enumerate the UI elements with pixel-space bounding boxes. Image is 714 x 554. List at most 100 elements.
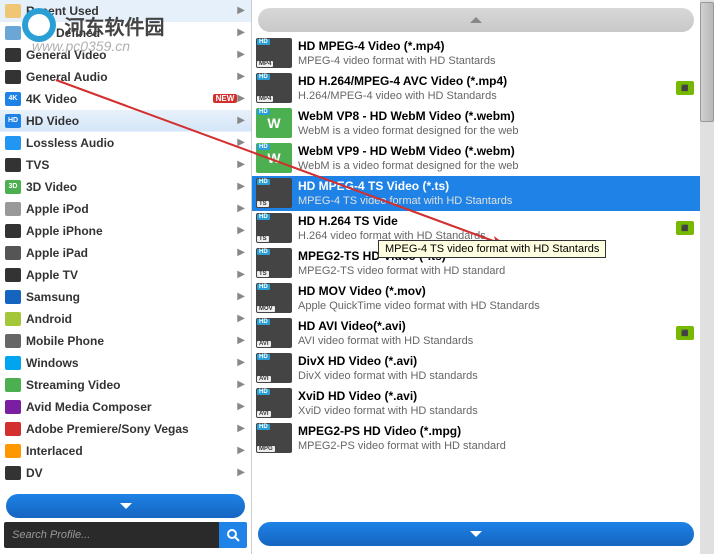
format-item[interactable]: HDMPGMPEG2-PS HD Video (*.mpg)MPEG2-PS v…	[252, 421, 700, 456]
format-item[interactable]: HDAVI XviD HD Video (*.avi)XviD video for…	[252, 386, 700, 421]
adobe-icon	[5, 422, 21, 436]
format-item[interactable]: HDMP4HD MPEG-4 Video (*.mp4)MPEG-4 video…	[252, 36, 700, 71]
format-icon: HDMP4	[256, 38, 292, 68]
category-label: Android	[26, 312, 237, 326]
chevron-right-icon: ▶	[237, 445, 245, 456]
search-input[interactable]	[4, 522, 219, 548]
category-item-user[interactable]: User Defined▶	[0, 22, 251, 44]
format-icon: HDW	[256, 108, 292, 138]
chevron-right-icon: ▶	[237, 27, 245, 38]
format-title: HD AVI Video(*.avi)	[298, 319, 672, 334]
format-list: HDMP4HD MPEG-4 Video (*.mp4)MPEG-4 video…	[252, 36, 700, 520]
category-item-interlaced[interactable]: Interlaced▶	[0, 440, 251, 462]
format-description: WebM is a video format designed for the …	[298, 159, 694, 173]
mobile-icon	[5, 334, 21, 348]
category-item-ipod[interactable]: Apple iPod▶	[0, 198, 251, 220]
category-item-ipad[interactable]: Apple iPad▶	[0, 242, 251, 264]
category-item-4k[interactable]: 4K4K VideoNEW▶	[0, 88, 251, 110]
format-title: HD H.264/MPEG-4 AVC Video (*.mp4)	[298, 74, 672, 89]
category-label: Recent Used	[26, 4, 237, 18]
format-description: MPEG-4 TS video format with HD Stantards	[298, 194, 694, 208]
chevron-right-icon: ▶	[237, 335, 245, 346]
chevron-right-icon: ▶	[237, 225, 245, 236]
format-title: WebM VP8 - HD WebM Video (*.webm)	[298, 109, 694, 124]
category-item-adobe[interactable]: Adobe Premiere/Sony Vegas▶	[0, 418, 251, 440]
category-label: Mobile Phone	[26, 334, 237, 348]
format-title: WebM VP9 - HD WebM Video (*.webm)	[298, 144, 694, 159]
scrollbar[interactable]	[700, 0, 714, 554]
category-item-gena[interactable]: General Audio▶	[0, 66, 251, 88]
format-item[interactable]: HDMP4HD H.264/MPEG-4 AVC Video (*.mp4)H.…	[252, 71, 700, 106]
interlaced-icon	[5, 444, 21, 458]
category-label: Apple iPod	[26, 202, 237, 216]
category-item-appletv[interactable]: Apple TV▶	[0, 264, 251, 286]
chevron-right-icon: ▶	[237, 313, 245, 324]
category-label: General Video	[26, 48, 237, 62]
format-description: H.264/MPEG-4 video with HD Standards	[298, 89, 672, 103]
format-item[interactable]: HDMOVHD MOV Video (*.mov)Apple QuickTime…	[252, 281, 700, 316]
android-icon	[5, 312, 21, 326]
format-item[interactable]: HDWWebM VP9 - HD WebM Video (*.webm)WebM…	[252, 141, 700, 176]
format-scroll-down-button[interactable]	[258, 522, 694, 546]
format-description: WebM is a video format designed for the …	[298, 124, 694, 138]
category-item-stream[interactable]: Streaming Video▶	[0, 374, 251, 396]
format-scroll-up-button[interactable]	[258, 8, 694, 32]
category-item-samsung[interactable]: Samsung▶	[0, 286, 251, 308]
format-title: XviD HD Video (*.avi)	[298, 389, 694, 404]
category-item-windows[interactable]: Windows▶	[0, 352, 251, 374]
format-description: MPEG2-TS video format with HD standard	[298, 264, 694, 278]
format-title: HD MOV Video (*.mov)	[298, 284, 694, 299]
search-button[interactable]	[219, 522, 247, 548]
category-item-recent[interactable]: Recent Used▶	[0, 0, 251, 22]
chevron-right-icon: ▶	[237, 93, 245, 104]
format-description: AVI video format with HD Standards	[298, 334, 672, 348]
format-title: MPEG2-PS HD Video (*.mpg)	[298, 424, 694, 439]
category-item-iphone[interactable]: Apple iPhone▶	[0, 220, 251, 242]
hd-icon: HD	[5, 114, 21, 128]
lossless-icon	[5, 136, 21, 150]
chevron-right-icon: ▶	[237, 5, 245, 16]
chevron-right-icon: ▶	[237, 269, 245, 280]
format-description: DivX video format with HD standards	[298, 369, 694, 383]
format-title: HD H.264 TS Vide	[298, 214, 672, 229]
category-item-hd[interactable]: HDHD Video▶	[0, 110, 251, 132]
format-item[interactable]: HDAVIDivX HD Video (*.avi)DivX video for…	[252, 351, 700, 386]
format-icon: HDAVI	[256, 388, 292, 418]
format-icon: HDTS	[256, 248, 292, 278]
format-item[interactable]: HDW WebM VP8 - HD WebM Video (*.webm)WebM…	[252, 106, 700, 141]
category-label: Samsung	[26, 290, 237, 304]
category-panel: Recent Used▶User Defined▶General Video▶G…	[0, 0, 252, 554]
category-item-dv[interactable]: DV▶	[0, 462, 251, 484]
search-icon	[226, 528, 240, 542]
scrollbar-thumb[interactable]	[700, 2, 714, 122]
format-title: HD MPEG-4 TS Video (*.ts)	[298, 179, 694, 194]
format-description: XviD video format with HD standards	[298, 404, 694, 418]
chevron-right-icon: ▶	[237, 115, 245, 126]
category-label: Streaming Video	[26, 378, 237, 392]
search-bar	[4, 522, 247, 548]
category-label: Apple iPad	[26, 246, 237, 260]
recent-icon	[5, 4, 21, 18]
format-item[interactable]: HDTSHD MPEG-4 TS Video (*.ts)MPEG-4 TS v…	[252, 176, 700, 211]
category-item-mobile[interactable]: Mobile Phone▶	[0, 330, 251, 352]
ipad-icon	[5, 246, 21, 260]
category-item-tvs[interactable]: TVS▶	[0, 154, 251, 176]
samsung-icon	[5, 290, 21, 304]
format-title: DivX HD Video (*.avi)	[298, 354, 694, 369]
new-badge: NEW	[213, 94, 238, 103]
category-label: Apple TV	[26, 268, 237, 282]
gena-icon	[5, 70, 21, 84]
category-item-android[interactable]: Android▶	[0, 308, 251, 330]
category-item-avid[interactable]: Avid Media Composer▶	[0, 396, 251, 418]
category-label: 3D Video	[26, 180, 237, 194]
category-item-genv[interactable]: General Video▶	[0, 44, 251, 66]
category-expand-down-button[interactable]	[6, 494, 245, 518]
scrollbar-track[interactable]	[700, 0, 714, 554]
category-item-3d[interactable]: 3D3D Video▶	[0, 176, 251, 198]
category-item-lossless[interactable]: Lossless Audio▶	[0, 132, 251, 154]
ipod-icon	[5, 202, 21, 216]
format-item[interactable]: HDAVI HD AVI Video(*.avi)AVI video format…	[252, 316, 700, 351]
appletv-icon	[5, 268, 21, 282]
format-icon: HDAVI	[256, 318, 292, 348]
dv-icon	[5, 466, 21, 480]
